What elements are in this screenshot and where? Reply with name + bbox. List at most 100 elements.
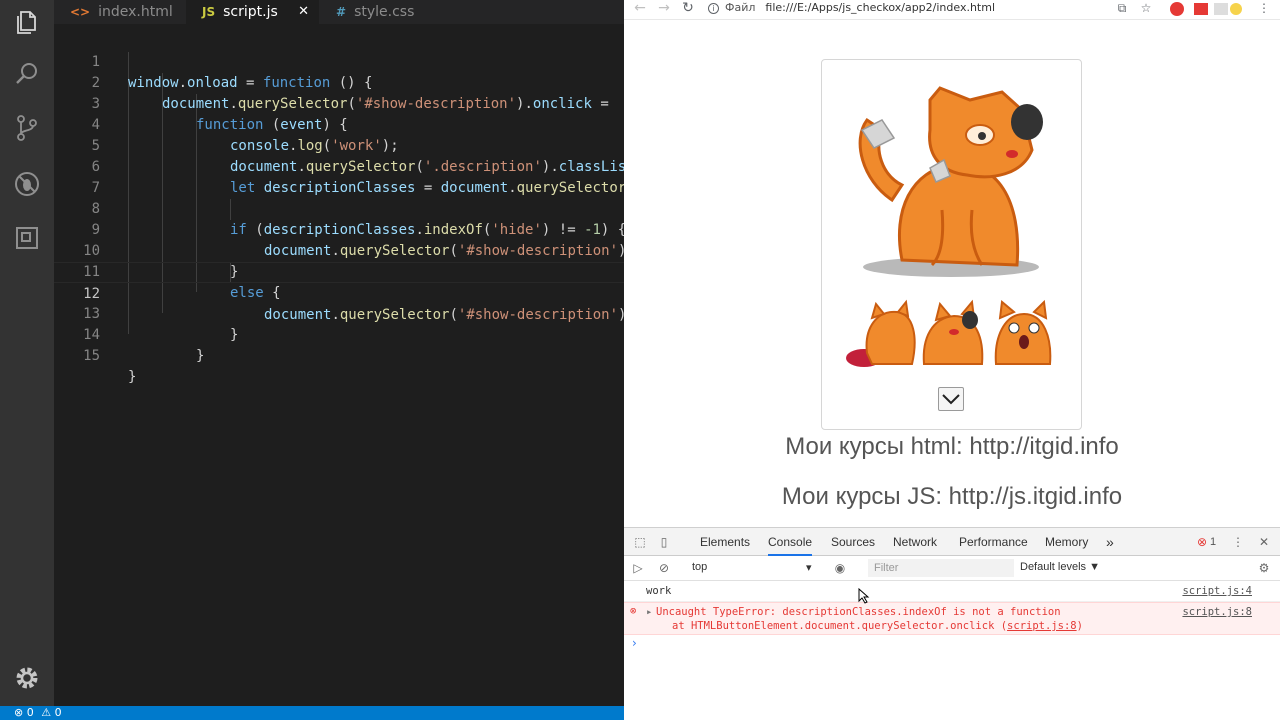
log-source-link[interactable]: script.js:4 bbox=[1182, 585, 1252, 597]
tab-elements[interactable]: Elements bbox=[700, 528, 750, 556]
console-settings-gear-icon[interactable]: ⚙ bbox=[1256, 560, 1272, 576]
close-tab-icon[interactable]: ✕ bbox=[298, 4, 309, 19]
css-file-icon: # bbox=[336, 5, 347, 19]
mouse-cursor-icon bbox=[858, 588, 870, 604]
code-line: 14 } bbox=[54, 304, 624, 364]
address-label: Файл bbox=[725, 1, 756, 14]
more-tabs-icon[interactable]: » bbox=[1106, 528, 1114, 556]
error-badge-icon[interactable]: ⊗ bbox=[1194, 534, 1210, 550]
console-filter-input[interactable]: Filter bbox=[868, 559, 1014, 577]
tab-network[interactable]: Network bbox=[893, 528, 937, 556]
url-text: file:///E:/Apps/js_checkox/app2/index.ht… bbox=[765, 1, 996, 14]
source-control-icon[interactable] bbox=[11, 112, 43, 144]
code-line: 7 bbox=[54, 157, 624, 196]
devtools-menu-icon[interactable]: ⋮ bbox=[1230, 534, 1246, 550]
clear-console-icon[interactable]: ⊘ bbox=[656, 560, 672, 576]
code-line: 8 if (descriptionClasses.indexOf('hide')… bbox=[54, 178, 624, 238]
extension-icon[interactable] bbox=[1214, 3, 1228, 15]
code-line: 13 } bbox=[54, 283, 624, 343]
extension-icon[interactable] bbox=[1194, 3, 1208, 15]
error-badge-count: 1 bbox=[1210, 536, 1217, 548]
context-select[interactable]: top ▾ bbox=[692, 561, 812, 574]
code-line-current: 12 document.querySelector('#show-descrip… bbox=[54, 262, 624, 323]
error-icon: ⊗ bbox=[630, 605, 637, 617]
stack-source-link[interactable]: script.js:8 bbox=[1007, 620, 1077, 632]
console-error-message: ⊗ ▸ Uncaught TypeError: descriptionClass… bbox=[624, 602, 1280, 635]
extensions-icon[interactable] bbox=[11, 222, 43, 254]
error-icon: ⊗ bbox=[14, 706, 24, 719]
forward-icon[interactable]: → bbox=[654, 0, 674, 18]
tab-memory[interactable]: Memory bbox=[1045, 528, 1088, 556]
line-number: 15 bbox=[83, 348, 100, 364]
status-bar[interactable]: ⊗ 0 ⚠ 0 bbox=[0, 706, 624, 720]
js-file-icon: JS bbox=[202, 5, 216, 19]
code-editor[interactable]: 1 window.onload = function () { 2 docume… bbox=[54, 31, 624, 706]
browser-window: ← → ↻ i Файл file:///E:/Apps/js_checkox/ap… bbox=[624, 0, 1280, 720]
devtools-tabbar: ⬚ ▯ Elements Console Sources Network Per… bbox=[624, 528, 1280, 556]
course-html-link[interactable]: Мои курсы html: http://itgid.info bbox=[624, 433, 1280, 461]
live-expression-eye-icon[interactable]: ◉ bbox=[832, 560, 848, 576]
tab-label: script.js bbox=[223, 4, 278, 20]
code-line: 1 window.onload = function () { bbox=[54, 31, 624, 91]
tab-script-js[interactable]: JS script.js ✕ bbox=[186, 0, 319, 24]
show-description-button[interactable] bbox=[938, 387, 964, 411]
browser-toolbar: ← → ↻ i Файл file:///E:/Apps/js_checkox/ap… bbox=[624, 0, 1280, 20]
tab-label: index.html bbox=[98, 4, 173, 20]
device-toolbar-icon[interactable]: ▯ bbox=[656, 534, 672, 550]
console-prompt-icon[interactable]: › bbox=[632, 636, 637, 650]
code-line: 10 } bbox=[54, 220, 624, 280]
translate-icon[interactable]: ⧉ bbox=[1114, 1, 1130, 17]
cat-sticker-scared bbox=[994, 299, 1052, 365]
tab-label: style.css bbox=[354, 4, 415, 20]
activity-bar bbox=[0, 0, 54, 706]
editor-tabs: <> index.html JS script.js ✕ # style.css bbox=[54, 0, 624, 24]
close-devtools-icon[interactable]: ✕ bbox=[1256, 534, 1272, 550]
chevron-down-icon bbox=[942, 394, 960, 405]
bookmark-star-icon[interactable]: ☆ bbox=[1138, 1, 1154, 17]
tab-index-html[interactable]: <> index.html bbox=[54, 0, 185, 24]
code-line: 4 console.log('work'); bbox=[54, 94, 624, 154]
debug-icon[interactable] bbox=[11, 168, 43, 200]
html-file-icon: <> bbox=[70, 5, 91, 19]
cat-sticker-main bbox=[858, 86, 1043, 277]
web-page: Мои курсы html: http://itgid.info Мои ку… bbox=[624, 21, 1280, 527]
console-toolbar: ▷ ⊘ top ▾ ◉ Filter Default levels ▼ ⚙ bbox=[624, 556, 1280, 581]
settings-gear-icon[interactable] bbox=[11, 662, 43, 694]
info-icon[interactable]: i bbox=[708, 2, 719, 14]
screen: <> index.html JS script.js ✕ # style.css… bbox=[0, 0, 1280, 720]
code-line: 5 document.querySelector('.description')… bbox=[54, 115, 624, 175]
code-line: 15 } bbox=[54, 325, 624, 385]
sidebar-toggle-icon[interactable]: ▷ bbox=[630, 560, 646, 576]
tab-sources[interactable]: Sources bbox=[831, 528, 875, 556]
error-text: Uncaught TypeError: descriptionClasses.i… bbox=[656, 606, 1061, 618]
tab-style-css[interactable]: # style.css bbox=[320, 0, 448, 24]
extension-bulb-icon[interactable] bbox=[1230, 3, 1242, 15]
error-count: 0 bbox=[26, 706, 34, 719]
explorer-icon[interactable] bbox=[11, 6, 43, 38]
adblock-icon[interactable] bbox=[1170, 2, 1184, 16]
search-icon[interactable] bbox=[11, 58, 43, 90]
code-line: 11 else { bbox=[54, 241, 624, 301]
cat-sticker-eating bbox=[846, 299, 916, 367]
tab-performance[interactable]: Performance bbox=[959, 528, 1028, 556]
tab-console[interactable]: Console bbox=[768, 528, 813, 556]
expand-triangle-icon[interactable]: ▸ bbox=[646, 606, 652, 618]
browser-menu-icon[interactable]: ⋮ bbox=[1256, 1, 1272, 17]
back-icon[interactable]: ← bbox=[630, 0, 650, 18]
course-js-link[interactable]: Мои курсы JS: http://js.itgid.info bbox=[624, 483, 1280, 511]
code-line: 2 document.querySelector('#show-descript… bbox=[54, 52, 624, 112]
console-log-message: work script.js:4 bbox=[624, 581, 1280, 602]
code-text: } bbox=[128, 369, 137, 385]
code-text: } bbox=[196, 348, 205, 364]
devtools-panel: ⬚ ▯ Elements Console Sources Network Per… bbox=[624, 527, 1280, 720]
inspect-element-icon[interactable]: ⬚ bbox=[632, 534, 648, 550]
error-source-link[interactable]: script.js:8 bbox=[1182, 606, 1252, 618]
log-text: work bbox=[646, 585, 672, 597]
address-bar[interactable]: i Файл file:///E:/Apps/js_checkox/app2/ind… bbox=[708, 0, 1128, 17]
product-card bbox=[821, 59, 1082, 430]
code-line: 3 function (event) { bbox=[54, 73, 624, 133]
reload-icon[interactable]: ↻ bbox=[678, 0, 698, 18]
log-levels-select[interactable]: Default levels ▼ bbox=[1020, 561, 1100, 573]
cat-sticker-pirate bbox=[922, 299, 984, 365]
chevron-down-icon: ▾ bbox=[806, 562, 812, 574]
